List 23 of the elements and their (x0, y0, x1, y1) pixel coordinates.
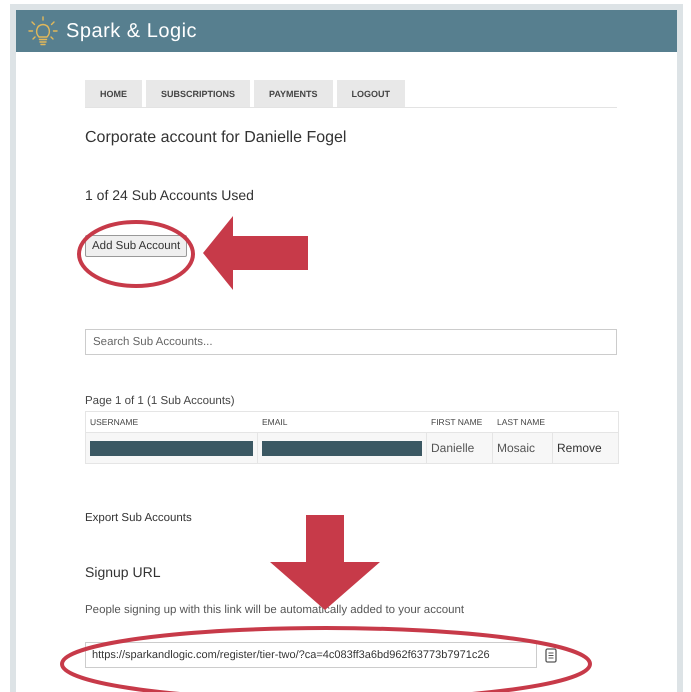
column-header: FIRST NAME (430, 416, 484, 429)
brand-name: Spark & Logic (66, 20, 198, 42)
usage-text: 1 of 24 Sub Accounts Used (85, 187, 254, 203)
section-heading: Signup URL (85, 564, 160, 580)
column-header: USERNAME (89, 416, 140, 429)
table-cell: Mosaic (497, 441, 536, 455)
description-text: People signing up with this link will be automatically added to your account (85, 604, 464, 616)
column-header: EMAIL (261, 416, 289, 429)
url-field[interactable]: https://sparkandlogic.com/register/tier-two/?ca=4c083ff3a6bd962f63773b7971c26 (85, 642, 537, 668)
remove-link[interactable]: Remove (557, 441, 602, 455)
table-cell: Danielle (431, 441, 474, 455)
lightbulb-icon (28, 16, 58, 46)
add-sub-account-button[interactable]: Add Sub Account (85, 235, 188, 257)
clipboard-icon[interactable] (545, 648, 557, 662)
pagination-text: Page 1 of 1 (1 Sub Accounts) (85, 395, 235, 407)
export-link[interactable]: Export Sub Accounts (85, 512, 192, 524)
column-header: LAST NAME (496, 416, 546, 429)
account-title: Corporate account for Danielle Fogel (85, 129, 346, 147)
nav-tab[interactable]: PAYMENTS (254, 80, 333, 107)
nav-tab[interactable]: SUBSCRIPTIONS (146, 80, 250, 107)
nav-tab[interactable]: LOGOUT (336, 80, 406, 107)
search-field[interactable]: Search Sub Accounts... (85, 329, 617, 355)
nav-tab[interactable]: HOME (85, 80, 142, 107)
